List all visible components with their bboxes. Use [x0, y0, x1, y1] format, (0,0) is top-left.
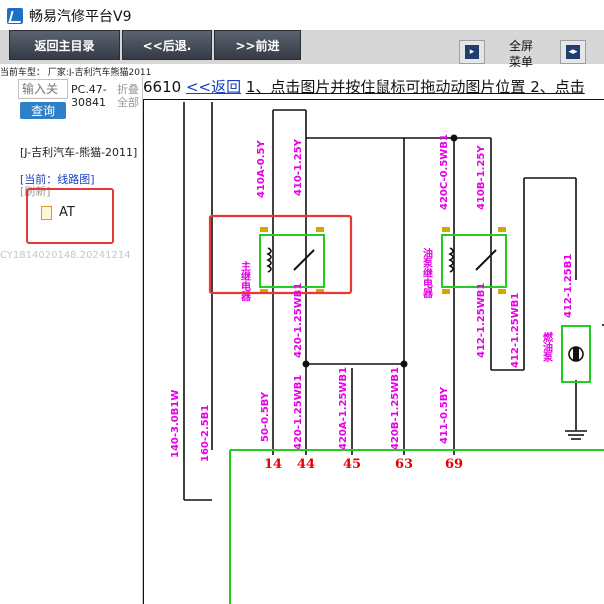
- wiring-diagram-svg: 主继电器 油泵继电器 燃油泵 140-3.0B1W 160-2.5B1 410A…: [170, 102, 604, 604]
- fold-line2: 全部: [117, 96, 139, 109]
- pin-label: 45: [343, 457, 361, 472]
- fold-all-button[interactable]: 折叠 全部: [117, 83, 139, 109]
- wire-label: 420-1.25WB1: [293, 375, 304, 450]
- main-relay-highlight: [208, 214, 353, 295]
- pin-label: 44: [297, 457, 315, 472]
- fuel-pump: 燃油泵: [541, 325, 591, 383]
- model-name: [J-吉利汽车-熊猫-2011]: [20, 146, 138, 159]
- wire-label: 412-1.25B1: [563, 254, 574, 318]
- tree-item-at[interactable]: AT: [59, 205, 75, 220]
- pin-labels: 14 44 45 63 69: [264, 457, 463, 472]
- wire-labels: 140-3.0B1W 160-2.5B1 410A-0.5Y 410-1.25Y…: [170, 134, 574, 462]
- wire-label: 420A-1.25WB1: [338, 367, 349, 450]
- fuel-pump-relay: 油泵继电器: [421, 227, 507, 299]
- fullscreen-label: 全屏: [508, 39, 533, 53]
- watermark: CY1814020148.20241214: [0, 250, 131, 261]
- wire-label: 420B-1.25WB1: [390, 367, 401, 450]
- wire-label: 140-3.0B1W: [170, 390, 181, 458]
- fullscreen-menu-label[interactable]: 全屏 菜单: [505, 38, 537, 70]
- wire-label: 50-0.5BY: [260, 391, 271, 442]
- main-relay: 主继电器: [239, 227, 325, 302]
- app-logo-icon: [7, 8, 23, 24]
- main-relay-label: 主继电器: [239, 260, 252, 302]
- pin-label: 14: [264, 457, 282, 472]
- ecu-connector: [229, 449, 604, 604]
- info-line: 6610 <<返回 1、点击图片并按住鼠标可拖动动图片位置 2、点击: [143, 76, 604, 98]
- wire-label: 410-1.25Y: [293, 138, 304, 196]
- fold-line1: 折叠: [117, 83, 139, 96]
- home-button[interactable]: 返回主目录: [9, 30, 120, 60]
- pin-label: 69: [445, 457, 463, 472]
- forward-button[interactable]: >>前进: [214, 30, 301, 60]
- wire-label: 411-0.5BY: [439, 386, 450, 444]
- wire-label: 412-1.25WB1: [476, 283, 487, 358]
- shrink-button[interactable]: ◂▸: [560, 40, 586, 64]
- wire-label: 410A-0.5Y: [256, 140, 267, 198]
- app-title: 畅易汽修平台V9: [29, 9, 132, 25]
- wire-junctions: [302, 134, 458, 368]
- wire-label: 420C-0.5WB1: [439, 134, 450, 210]
- search-input[interactable]: [18, 79, 68, 99]
- file-icon: [41, 206, 52, 220]
- doc-code-line2: 30841: [71, 96, 106, 109]
- wire-label: 410B-1.25Y: [476, 145, 487, 210]
- title-bar: 畅易汽修平台V9: [0, 0, 604, 31]
- instruction-text: 1、点击图片并按住鼠标可拖动动图片位置 2、点击: [245, 78, 585, 96]
- wire-label: 420-1.25WB1: [293, 283, 304, 358]
- expand-button[interactable]: ▸: [459, 40, 485, 64]
- pin-label: 63: [395, 457, 413, 472]
- fuel-pump-label: 燃油泵: [541, 331, 553, 363]
- menu-label: 菜单: [508, 55, 533, 69]
- expand-icon: ▸: [465, 45, 479, 59]
- shrink-icon: ◂▸: [566, 45, 580, 59]
- wire-label: 160-2.5B1: [200, 405, 211, 462]
- doc-code-line1: PC.47-: [71, 83, 107, 96]
- doc-code: PC.47- 30841: [71, 83, 107, 109]
- wire-label: 412-1.25WB1: [510, 293, 521, 368]
- fuel-pump-relay-label: 油泵继电器: [421, 247, 434, 299]
- wiring-diagram[interactable]: 主继电器 油泵继电器 燃油泵 140-3.0B1W 160-2.5B1 410A…: [143, 99, 604, 604]
- doc-id: 6610: [143, 78, 182, 96]
- query-button[interactable]: 查询: [20, 102, 66, 119]
- return-link[interactable]: <<返回: [186, 78, 241, 96]
- back-button[interactable]: <<后退.: [122, 30, 212, 60]
